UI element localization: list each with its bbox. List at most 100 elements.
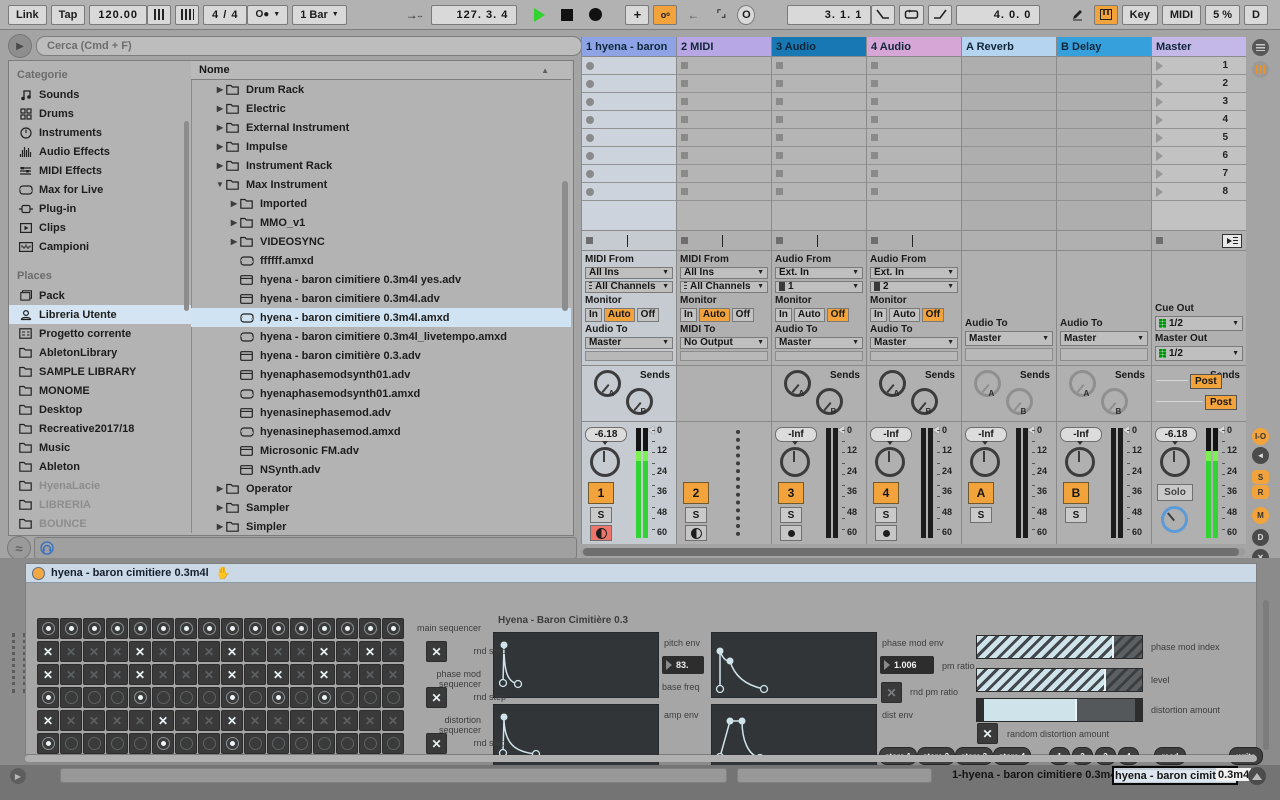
io-dropdown[interactable]: All Channels▼ bbox=[585, 281, 673, 293]
seq-step-2-1[interactable]: ✕ bbox=[37, 641, 59, 662]
session-horizontal-scrollbar[interactable] bbox=[581, 548, 1245, 556]
seq-step-5-4[interactable]: ✕ bbox=[106, 710, 128, 731]
scene-slot[interactable]: 5 bbox=[1152, 129, 1246, 147]
seq-step-6-8[interactable] bbox=[198, 733, 220, 754]
sidebar-scrollbar[interactable] bbox=[184, 121, 189, 311]
seq-step-4-11[interactable] bbox=[267, 687, 289, 708]
io-dropdown[interactable]: Master▼ bbox=[775, 337, 863, 349]
seq-step-1-12[interactable] bbox=[290, 618, 312, 639]
clip-slot[interactable] bbox=[962, 111, 1056, 129]
send-b-knob[interactable]: B bbox=[1101, 388, 1128, 415]
rnd-step-toggle-4[interactable]: ✕ bbox=[426, 687, 447, 708]
solo-button[interactable]: S bbox=[685, 507, 707, 523]
clip-slot[interactable] bbox=[772, 57, 866, 75]
collapsed-arrow-icon[interactable]: ▶ bbox=[215, 484, 225, 493]
device-drag-handle[interactable] bbox=[12, 633, 26, 693]
file-row[interactable]: ▶MMO_v1 bbox=[191, 213, 571, 232]
send-a-knob[interactable]: A bbox=[879, 370, 906, 397]
empty-scene-row[interactable] bbox=[867, 201, 961, 231]
capture-button[interactable]: ⌜⌟ bbox=[709, 5, 733, 25]
io-dropdown[interactable]: Ext. In▼ bbox=[775, 267, 863, 279]
clip-slot[interactable] bbox=[582, 183, 676, 201]
sidebar-item-drums[interactable]: Drums bbox=[9, 104, 191, 123]
clip-slot[interactable] bbox=[772, 165, 866, 183]
collapsed-arrow-icon[interactable]: ▶ bbox=[215, 85, 225, 94]
scene-slot[interactable]: 3 bbox=[1152, 93, 1246, 111]
device-horizontal-scrollbar[interactable] bbox=[25, 755, 1257, 762]
loop-start-display[interactable]: 3. 1. 1 bbox=[787, 5, 871, 25]
seq-step-5-3[interactable]: ✕ bbox=[83, 710, 105, 731]
empty-scene-row[interactable] bbox=[582, 201, 676, 231]
midi-map-button[interactable]: MIDI bbox=[1162, 5, 1201, 25]
preview-bar[interactable] bbox=[34, 537, 577, 559]
track-header[interactable]: A Reverb bbox=[962, 37, 1056, 57]
show-mixer-toggle[interactable]: M bbox=[1252, 507, 1269, 524]
clip-slot[interactable] bbox=[1057, 93, 1151, 111]
io-dropdown[interactable]: No Output▼ bbox=[680, 337, 768, 349]
device-title-bar[interactable]: hyena - baron cimitiere 0.3m4l ✋ bbox=[26, 564, 1256, 583]
tap-tempo-button[interactable]: Tap bbox=[51, 5, 86, 25]
seq-step-5-8[interactable]: ✕ bbox=[198, 710, 220, 731]
file-row[interactable]: ▶Operator bbox=[191, 479, 571, 498]
file-row[interactable]: hyena - baron cimitière 0.3.adv bbox=[191, 346, 571, 365]
monitor-off-button[interactable]: Off bbox=[637, 308, 659, 322]
send-a-knob[interactable]: A bbox=[1069, 370, 1096, 397]
link-button[interactable]: Link bbox=[8, 5, 47, 25]
sidebar-item-hyenalacie[interactable]: HyenaLacie bbox=[9, 476, 191, 495]
send-b-knob[interactable]: B bbox=[626, 388, 653, 415]
solo-button[interactable]: S bbox=[875, 507, 897, 523]
seq-step-4-1[interactable] bbox=[37, 687, 59, 708]
phase-mod-env-display[interactable] bbox=[711, 632, 877, 698]
collapsed-arrow-icon[interactable]: ▶ bbox=[215, 142, 225, 151]
file-row[interactable]: hyena - baron cimitiere 0.3m4l yes.adv bbox=[191, 270, 571, 289]
file-row[interactable]: hyena - baron cimitiere 0.3m4l.amxd bbox=[191, 308, 571, 327]
send-b-knob[interactable]: B bbox=[816, 388, 843, 415]
clip-slot[interactable] bbox=[867, 183, 961, 201]
quantize-menu[interactable]: 1 Bar▼ bbox=[292, 5, 346, 25]
monitor-off-button[interactable]: Off bbox=[732, 308, 754, 322]
overdub-button[interactable]: + bbox=[625, 5, 649, 25]
collapsed-arrow-icon[interactable]: ▶ bbox=[229, 218, 239, 227]
track-activator-button[interactable]: 4 bbox=[873, 482, 899, 504]
solo-button[interactable]: S bbox=[590, 507, 612, 523]
monitor-off-button[interactable]: Off bbox=[827, 308, 849, 322]
io-dropdown[interactable]: All Ins▼ bbox=[585, 267, 673, 279]
file-row[interactable]: ▶Impulse bbox=[191, 137, 571, 156]
clip-slot[interactable] bbox=[582, 165, 676, 183]
file-row[interactable]: ▶Instrument Rack bbox=[191, 156, 571, 175]
sidebar-item-progetto-corrente[interactable]: Progetto corrente bbox=[9, 324, 191, 343]
io-dropdown[interactable]: All Ins▼ bbox=[680, 267, 768, 279]
file-row[interactable]: ffffff.amxd bbox=[191, 251, 571, 270]
clip-slot[interactable] bbox=[962, 57, 1056, 75]
io-dropdown[interactable]: Master▼ bbox=[585, 337, 673, 349]
session-record-button[interactable]: oo bbox=[653, 5, 677, 25]
stop-button[interactable] bbox=[555, 5, 579, 25]
monitor-in-button[interactable]: In bbox=[870, 308, 887, 322]
computer-midi-keyboard-button[interactable] bbox=[1094, 5, 1118, 25]
io-dropdown[interactable]: All Channels▼ bbox=[680, 281, 768, 293]
seq-step-5-7[interactable]: ✕ bbox=[175, 710, 197, 731]
show-returns-toggle[interactable]: ◄ bbox=[1252, 447, 1269, 464]
sidebar-item-sounds[interactable]: Sounds bbox=[9, 85, 191, 104]
track-header[interactable]: 1 hyena - baron bbox=[582, 37, 676, 57]
pm-ratio-numbox[interactable]: 1.006 bbox=[880, 656, 934, 674]
monitor-auto-button[interactable]: Auto bbox=[794, 308, 825, 322]
seq-step-6-15[interactable] bbox=[359, 733, 381, 754]
record-button[interactable] bbox=[583, 5, 607, 25]
seq-step-2-16[interactable]: ✕ bbox=[382, 641, 404, 662]
seq-step-3-13[interactable]: ✕ bbox=[313, 664, 335, 685]
seq-step-6-10[interactable] bbox=[244, 733, 266, 754]
seq-step-3-8[interactable]: ✕ bbox=[198, 664, 220, 685]
volume-display[interactable]: -6.18 bbox=[1155, 427, 1197, 442]
punch-out-button[interactable] bbox=[928, 5, 952, 25]
browser-collapse-button[interactable]: ▶ bbox=[8, 34, 32, 58]
seq-step-2-5[interactable]: ✕ bbox=[129, 641, 151, 662]
seq-step-5-11[interactable]: ✕ bbox=[267, 710, 289, 731]
seq-step-1-9[interactable] bbox=[221, 618, 243, 639]
punch-in-button[interactable] bbox=[871, 5, 895, 25]
scene-slot[interactable]: 4 bbox=[1152, 111, 1246, 129]
track-stop-button[interactable] bbox=[586, 237, 593, 244]
seq-step-5-10[interactable]: ✕ bbox=[244, 710, 266, 731]
sidebar-item-libreria[interactable]: LIBRERIA bbox=[9, 495, 191, 514]
seq-step-6-3[interactable] bbox=[83, 733, 105, 754]
